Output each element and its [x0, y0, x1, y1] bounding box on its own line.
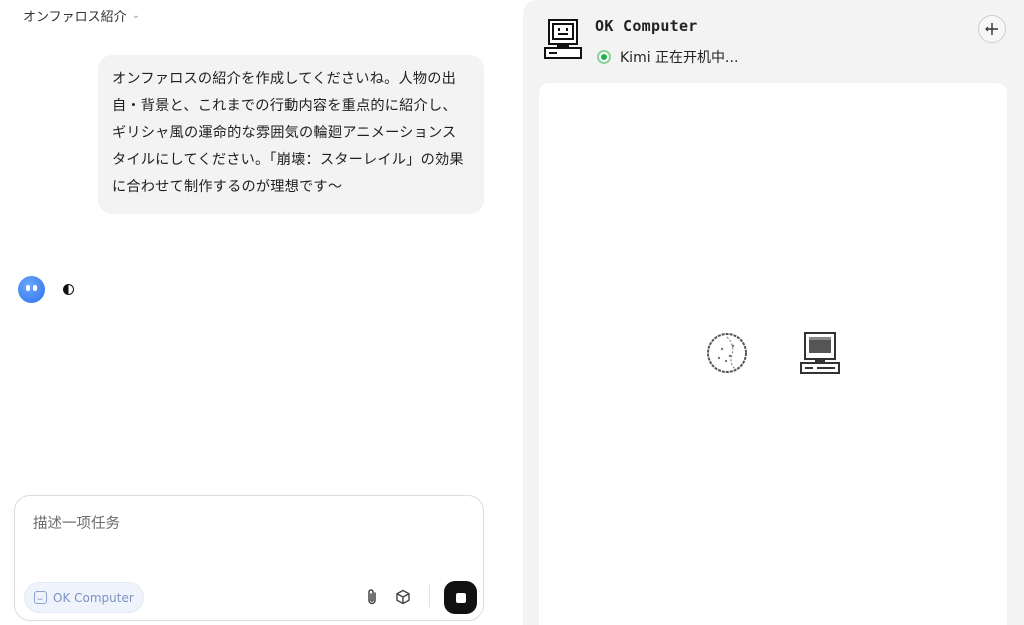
computer-title: OK Computer — [595, 17, 698, 35]
globe-loading-icon — [707, 333, 747, 373]
composer-input-placeholder[interactable]: 描述一项任务 — [33, 512, 120, 533]
user-message-bubble: オンファロスの紹介を作成してくださいね。人物の出自・背景と、これまでの行動内容を… — [98, 55, 484, 214]
computer-face-icon — [34, 591, 47, 604]
loading-indicator-icon — [63, 284, 74, 295]
computer-pane: OK Computer Kimi 正在开机中... — [523, 0, 1024, 625]
toolbar-divider — [429, 585, 430, 607]
computer-status-label: Kimi 正在开机中... — [620, 50, 739, 66]
expand-button[interactable] — [978, 15, 1006, 43]
computer-status: Kimi 正在开机中... — [597, 47, 738, 67]
status-online-icon — [597, 50, 611, 64]
user-message-text: オンファロスの紹介を作成してくださいね。人物の出自・背景と、これまでの行動内容を… — [112, 71, 464, 195]
chat-pane: オンファロス紹介 ⌄ オンファロスの紹介を作成してくださいね。人物の出自・背景と… — [0, 0, 520, 625]
retro-computer-icon — [543, 18, 583, 64]
conversation-title-label: オンファロス紹介 — [23, 10, 127, 25]
expand-icon — [985, 23, 998, 35]
cube-icon[interactable] — [394, 588, 412, 606]
desktop-computer-icon — [800, 332, 840, 374]
composer[interactable]: 描述一项任务 OK Computer — [14, 495, 484, 621]
chevron-down-icon: ⌄ — [131, 10, 141, 21]
stop-icon — [455, 592, 466, 603]
stop-button[interactable] — [444, 581, 477, 614]
paperclip-icon[interactable] — [363, 588, 381, 606]
booting-icons — [705, 331, 841, 375]
ok-computer-chip-label: OK Computer — [53, 590, 134, 605]
kimi-avatar-icon — [18, 276, 45, 303]
conversation-title[interactable]: オンファロス紹介 ⌄ — [23, 6, 140, 25]
computer-screen — [539, 83, 1007, 625]
assistant-message-row — [18, 276, 74, 303]
ok-computer-chip[interactable]: OK Computer — [24, 582, 144, 613]
